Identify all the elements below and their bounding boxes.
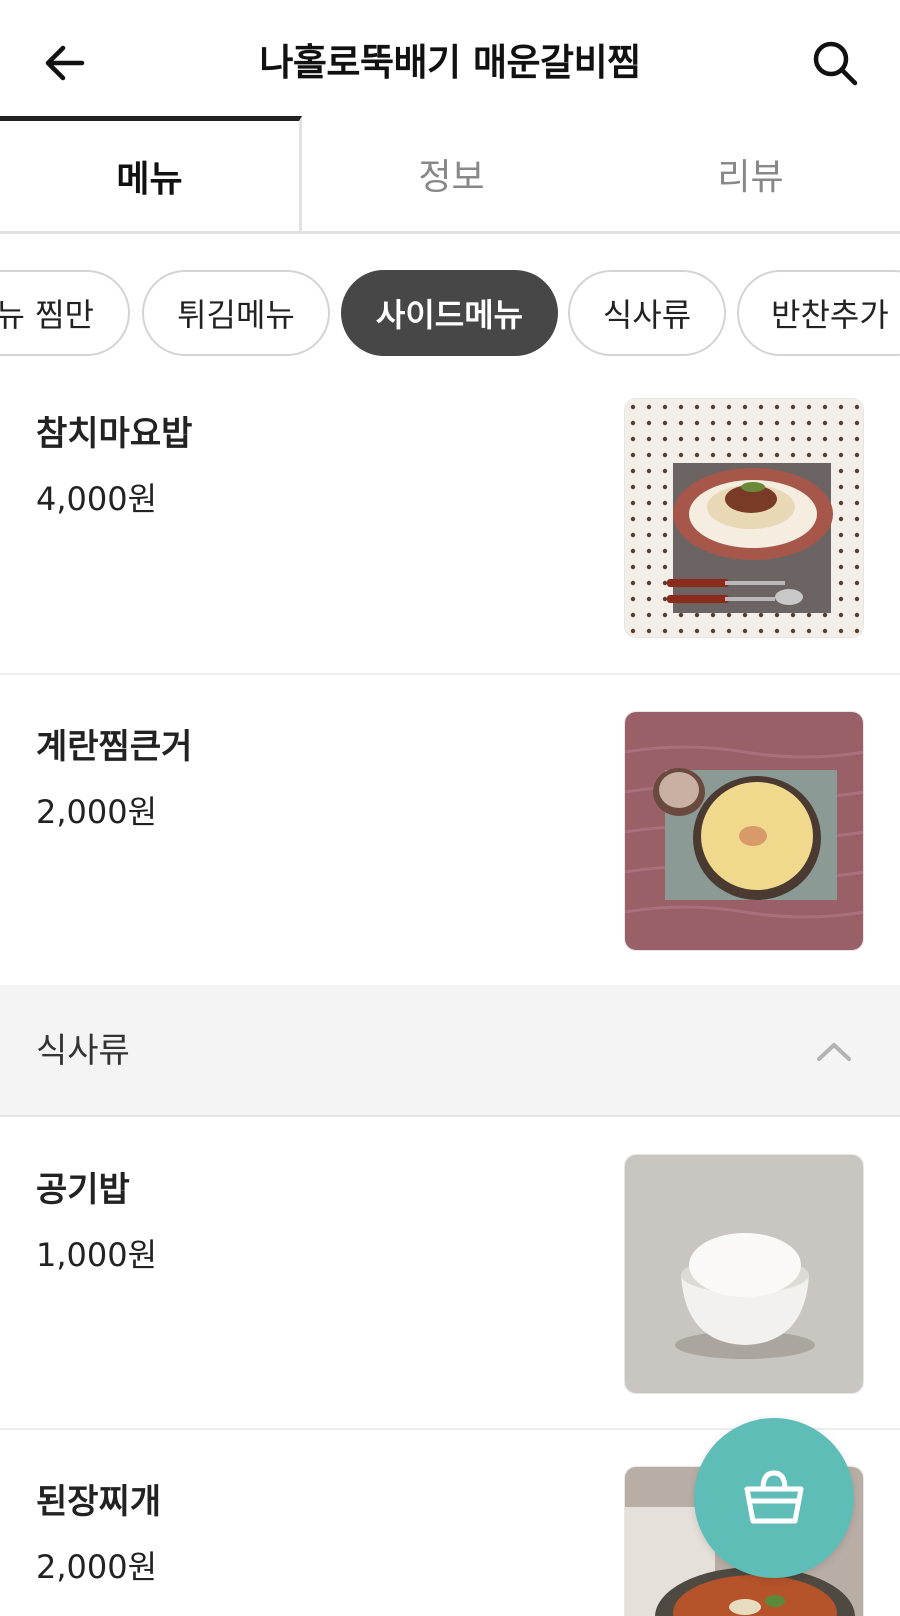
chip-side-menu[interactable]: 사이드메뉴 [341, 270, 558, 356]
chip-fried-menu[interactable]: 튀김메뉴 [142, 270, 330, 356]
app-header: 나홀로뚝배기 매운갈비찜 [0, 0, 900, 118]
menu-item[interactable]: 계란찜큰거 2,000원 [0, 703, 900, 983]
item-price: 2,000원 [36, 793, 158, 831]
section-title: 식사류 [36, 1031, 130, 1071]
item-name: 공기밥 [36, 1170, 130, 1210]
search-icon [813, 41, 858, 86]
tab-bar: 메뉴 정보 리뷰 [0, 116, 900, 234]
basket-icon [744, 1470, 804, 1524]
cart-button[interactable] [694, 1418, 854, 1578]
divider [0, 673, 900, 675]
item-photo-steamed-egg [624, 711, 864, 951]
back-button[interactable] [40, 38, 90, 88]
item-name: 계란찜큰거 [36, 727, 193, 767]
chip-steam-only[interactable]: 뉴 찜만 [0, 270, 130, 356]
chevron-up-icon [817, 1043, 851, 1061]
menu-item[interactable]: 참치마요밥 4,000원 [0, 390, 900, 670]
item-photo-tuna-mayo-rice [624, 398, 864, 638]
item-price: 4,000원 [36, 480, 158, 518]
search-button[interactable] [808, 36, 862, 90]
section-header-meals[interactable]: 식사류 [0, 985, 900, 1117]
chip-extra-sides[interactable]: 반찬추가 [737, 270, 900, 356]
chip-meals[interactable]: 식사류 [568, 270, 726, 356]
tab-menu[interactable]: 메뉴 [0, 116, 302, 231]
category-chips: 뉴 찜만 튀김메뉴 사이드메뉴 식사류 반찬추가 [0, 270, 900, 358]
arrow-left-icon [45, 45, 85, 81]
tab-review[interactable]: 리뷰 [601, 116, 900, 231]
item-name: 참치마요밥 [36, 414, 193, 454]
item-photo-rice-bowl [624, 1154, 864, 1394]
item-price: 2,000원 [36, 1548, 158, 1586]
tab-info[interactable]: 정보 [302, 116, 601, 231]
item-name: 된장찌개 [36, 1482, 162, 1522]
menu-item[interactable]: 공기밥 1,000원 [0, 1146, 900, 1426]
item-price: 1,000원 [36, 1236, 158, 1274]
page-title: 나홀로뚝배기 매운갈비찜 [259, 41, 641, 84]
